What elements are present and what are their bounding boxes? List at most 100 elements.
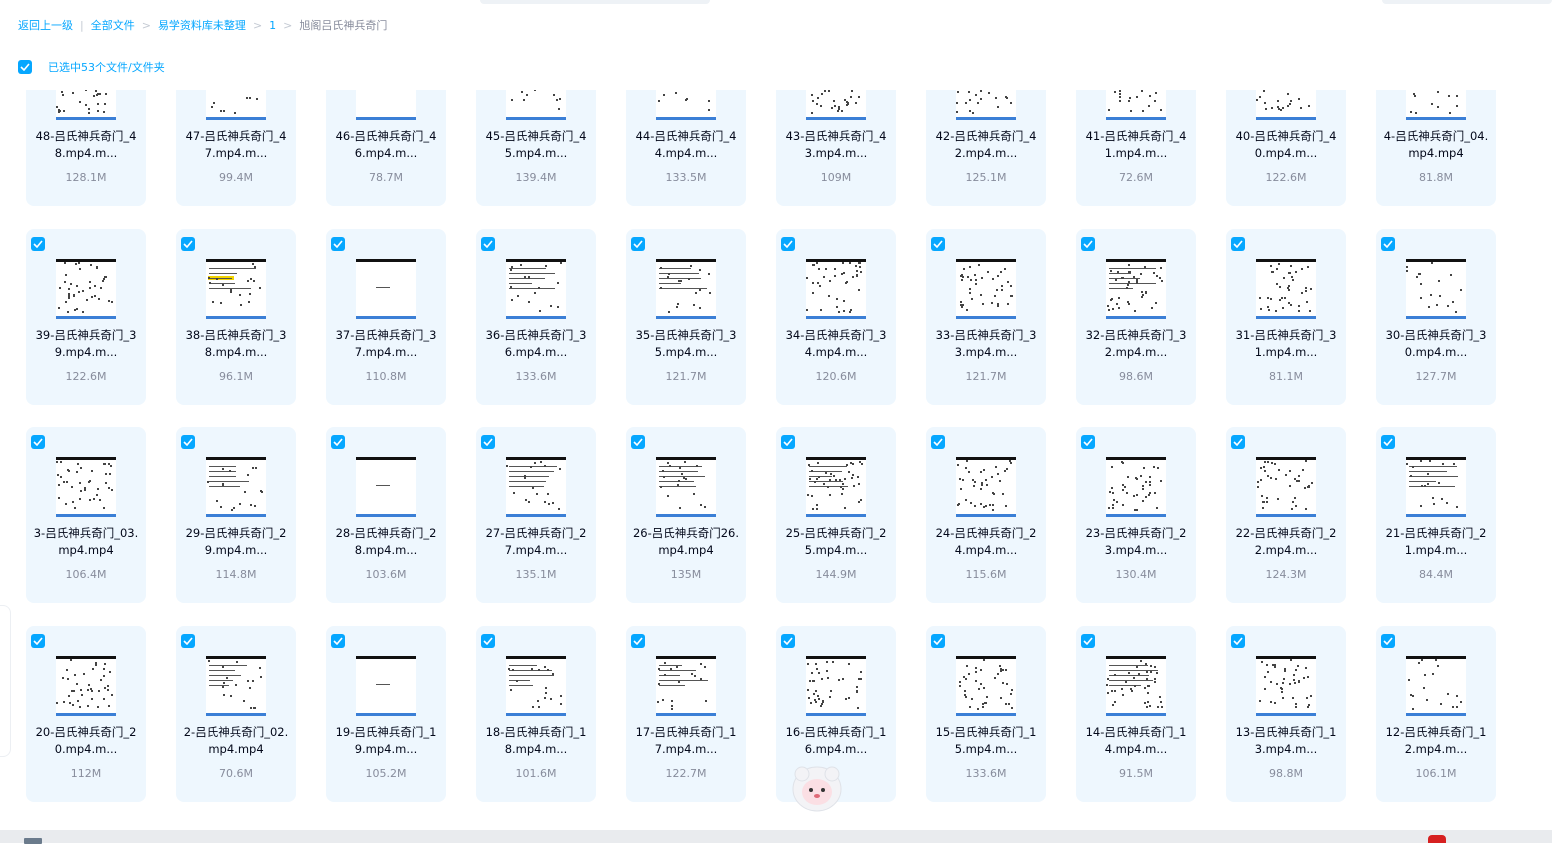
file-checkbox[interactable] — [1231, 633, 1245, 648]
file-card[interactable]: 27-吕氏神兵奇门_27.mp4.m... 135.1M — [476, 427, 596, 603]
file-checkbox[interactable] — [181, 633, 195, 648]
file-card[interactable]: 4-吕氏神兵奇门_04.mp4.mp4 81.8M — [1376, 90, 1496, 206]
file-card[interactable]: 37-吕氏神兵奇门_37.mp4.m... 110.8M — [326, 228, 446, 405]
file-name[interactable]: 3-吕氏神兵奇门_03.mp4.mp4 — [32, 525, 140, 559]
file-name[interactable]: 4-吕氏神兵奇门_04.mp4.mp4 — [1382, 128, 1490, 162]
file-checkbox[interactable] — [31, 633, 45, 648]
file-name[interactable]: 21-吕氏神兵奇门_21.mp4.m... — [1382, 525, 1490, 559]
file-checkbox[interactable] — [631, 435, 645, 449]
file-name[interactable]: 31-吕氏神兵奇门_31.mp4.m... — [1232, 327, 1340, 361]
file-grid-viewport[interactable]: 48-吕氏神兵奇门_48.mp4.m... 128.1M 47-吕氏神兵奇门_47.… — [0, 90, 1552, 830]
breadcrumb-back-link[interactable]: 返回上一级 — [18, 19, 73, 32]
file-card[interactable]: 15-吕氏神兵奇门_15.mp4.m... 133.6M — [926, 625, 1046, 802]
file-name[interactable]: 2-吕氏神兵奇门_02.mp4.mp4 — [182, 724, 290, 758]
file-name[interactable]: 41-吕氏神兵奇门_41.mp4.m... — [1082, 128, 1190, 162]
file-card[interactable]: 26-吕氏神兵奇门26.mp4.mp4 135M — [626, 427, 746, 603]
file-checkbox[interactable] — [781, 633, 795, 648]
file-card[interactable]: 12-吕氏神兵奇门_12.mp4.m... 106.1M — [1376, 625, 1496, 802]
file-checkbox[interactable] — [631, 236, 645, 251]
file-card[interactable]: 19-吕氏神兵奇门_19.mp4.m... 105.2M — [326, 625, 446, 802]
file-card[interactable]: 29-吕氏神兵奇门_29.mp4.m... 114.8M — [176, 427, 296, 603]
file-card[interactable]: 34-吕氏神兵奇门_34.mp4.m... 120.6M — [776, 228, 896, 405]
file-card[interactable]: 38-吕氏神兵奇门_38.mp4.m... 96.1M — [176, 228, 296, 405]
file-name[interactable]: 42-吕氏神兵奇门_42.mp4.m... — [932, 128, 1040, 162]
file-card[interactable]: 21-吕氏神兵奇门_21.mp4.m... 84.4M — [1376, 427, 1496, 603]
file-card[interactable]: 39-吕氏神兵奇门_39.mp4.m... 122.6M — [26, 228, 146, 405]
file-card[interactable]: 22-吕氏神兵奇门_22.mp4.m... 124.3M — [1226, 427, 1346, 603]
file-card[interactable]: 31-吕氏神兵奇门_31.mp4.m... 81.1M — [1226, 228, 1346, 405]
file-card[interactable]: 13-吕氏神兵奇门_13.mp4.m... 98.8M — [1226, 625, 1346, 802]
file-checkbox[interactable] — [331, 435, 345, 449]
file-checkbox[interactable] — [1231, 435, 1245, 449]
file-card[interactable]: 41-吕氏神兵奇门_41.mp4.m... 72.6M — [1076, 90, 1196, 206]
file-card[interactable]: 43-吕氏神兵奇门_43.mp4.m... 109M — [776, 90, 896, 206]
file-checkbox[interactable] — [781, 236, 795, 251]
file-card[interactable]: 45-吕氏神兵奇门_45.mp4.m... 139.4M — [476, 90, 596, 206]
file-name[interactable]: 17-吕氏神兵奇门_17.mp4.m... — [632, 724, 740, 758]
file-name[interactable]: 29-吕氏神兵奇门_29.mp4.m... — [182, 525, 290, 559]
file-checkbox[interactable] — [1081, 435, 1095, 449]
file-name[interactable]: 44-吕氏神兵奇门_44.mp4.m... — [632, 128, 740, 162]
file-checkbox[interactable] — [1381, 236, 1395, 251]
file-name[interactable]: 27-吕氏神兵奇门_27.mp4.m... — [482, 525, 590, 559]
file-name[interactable]: 26-吕氏神兵奇门26.mp4.mp4 — [632, 525, 740, 559]
file-checkbox[interactable] — [181, 435, 195, 449]
file-checkbox[interactable] — [481, 236, 495, 251]
file-name[interactable]: 32-吕氏神兵奇门_32.mp4.m... — [1082, 327, 1190, 361]
file-checkbox[interactable] — [331, 236, 345, 251]
file-checkbox[interactable] — [931, 236, 945, 251]
file-card[interactable]: 30-吕氏神兵奇门_30.mp4.m... 127.7M — [1376, 228, 1496, 405]
file-name[interactable]: 35-吕氏神兵奇门_35.mp4.m... — [632, 327, 740, 361]
file-card[interactable]: 17-吕氏神兵奇门_17.mp4.m... 122.7M — [626, 625, 746, 802]
file-card[interactable]: 23-吕氏神兵奇门_23.mp4.m... 130.4M — [1076, 427, 1196, 603]
file-checkbox[interactable] — [1081, 236, 1095, 251]
file-checkbox[interactable] — [331, 633, 345, 648]
file-name[interactable]: 40-吕氏神兵奇门_40.mp4.m... — [1232, 128, 1340, 162]
taskbar-window-icon[interactable] — [24, 838, 42, 844]
breadcrumb-all-files[interactable]: 全部文件 — [91, 19, 135, 32]
file-card[interactable]: 20-吕氏神兵奇门_20.mp4.m... 112M — [26, 625, 146, 802]
file-checkbox[interactable] — [1081, 633, 1095, 648]
file-card[interactable]: 46-吕氏神兵奇门_46.mp4.m... 78.7M — [326, 90, 446, 206]
file-card[interactable]: 32-吕氏神兵奇门_32.mp4.m... 98.6M — [1076, 228, 1196, 405]
file-name[interactable]: 19-吕氏神兵奇门_19.mp4.m... — [332, 724, 440, 758]
file-name[interactable]: 38-吕氏神兵奇门_38.mp4.m... — [182, 327, 290, 361]
file-checkbox[interactable] — [631, 633, 645, 648]
file-name[interactable]: 15-吕氏神兵奇门_15.mp4.m... — [932, 724, 1040, 758]
file-checkbox[interactable] — [31, 435, 45, 449]
file-name[interactable]: 13-吕氏神兵奇门_13.mp4.m... — [1232, 724, 1340, 758]
file-name[interactable]: 25-吕氏神兵奇门_25.mp4.m... — [782, 525, 890, 559]
file-checkbox[interactable] — [481, 633, 495, 648]
file-name[interactable]: 48-吕氏神兵奇门_48.mp4.m... — [32, 128, 140, 162]
file-checkbox[interactable] — [1231, 236, 1245, 251]
file-name[interactable]: 20-吕氏神兵奇门_20.mp4.m... — [32, 724, 140, 758]
file-name[interactable]: 43-吕氏神兵奇门_43.mp4.m... — [782, 128, 890, 162]
file-name[interactable]: 16-吕氏神兵奇门_16.mp4.m... — [782, 724, 890, 758]
file-name[interactable]: 45-吕氏神兵奇门_45.mp4.m... — [482, 128, 590, 162]
file-card[interactable]: 44-吕氏神兵奇门_44.mp4.m... 133.5M — [626, 90, 746, 206]
file-name[interactable]: 24-吕氏神兵奇门_24.mp4.m... — [932, 525, 1040, 559]
file-card[interactable]: 28-吕氏神兵奇门_28.mp4.m... 103.6M — [326, 427, 446, 603]
taskbar-app-icon[interactable] — [1428, 835, 1446, 843]
file-checkbox[interactable] — [931, 435, 945, 449]
breadcrumb-folder-unsorted[interactable]: 易学资料库未整理 — [158, 19, 246, 32]
file-name[interactable]: 47-吕氏神兵奇门_47.mp4.m... — [182, 128, 290, 162]
file-name[interactable]: 46-吕氏神兵奇门_46.mp4.m... — [332, 128, 440, 162]
file-name[interactable]: 23-吕氏神兵奇门_23.mp4.m... — [1082, 525, 1190, 559]
file-checkbox[interactable] — [181, 236, 195, 251]
file-card[interactable]: 47-吕氏神兵奇门_47.mp4.m... 99.4M — [176, 90, 296, 206]
file-name[interactable]: 22-吕氏神兵奇门_22.mp4.m... — [1232, 525, 1340, 559]
file-name[interactable]: 39-吕氏神兵奇门_39.mp4.m... — [32, 327, 140, 361]
file-card[interactable]: 36-吕氏神兵奇门_36.mp4.m... 133.6M — [476, 228, 596, 405]
select-all-checkbox[interactable] — [18, 60, 32, 74]
file-card[interactable]: 48-吕氏神兵奇门_48.mp4.m... 128.1M — [26, 90, 146, 206]
file-checkbox[interactable] — [1381, 633, 1395, 648]
file-name[interactable]: 28-吕氏神兵奇门_28.mp4.m... — [332, 525, 440, 559]
file-checkbox[interactable] — [31, 236, 45, 251]
file-card[interactable]: 25-吕氏神兵奇门_25.mp4.m... 144.9M — [776, 427, 896, 603]
file-name[interactable]: 33-吕氏神兵奇门_33.mp4.m... — [932, 327, 1040, 361]
file-card[interactable]: 3-吕氏神兵奇门_03.mp4.mp4 106.4M — [26, 427, 146, 603]
breadcrumb-folder-1[interactable]: 1 — [269, 19, 276, 32]
file-checkbox[interactable] — [781, 435, 795, 449]
file-card[interactable]: 18-吕氏神兵奇门_18.mp4.m... 101.6M — [476, 625, 596, 802]
